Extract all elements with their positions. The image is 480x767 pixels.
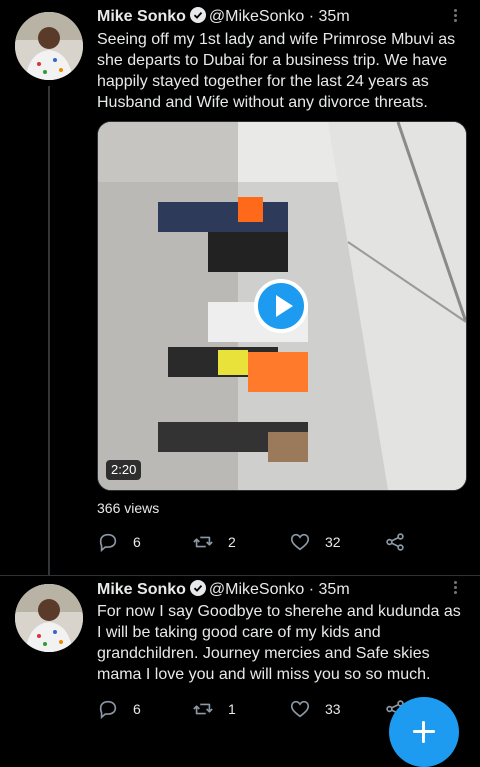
verified-icon [189,7,206,23]
video-duration: 2:20 [106,460,142,480]
avatar-image [15,12,83,80]
author-name[interactable]: Mike Sonko [97,581,186,598]
reply-count: 6 [133,701,141,717]
reply-count: 6 [133,534,141,550]
reply-button[interactable]: 6 [97,697,141,721]
avatar[interactable] [15,12,83,80]
author-name[interactable]: Mike Sonko [97,8,186,25]
retweet-button[interactable]: 1 [192,697,236,721]
reply-button[interactable]: 6 [97,530,141,554]
tweet-text: For now I say Goodbye to sherehe and kud… [97,603,461,683]
like-button[interactable]: 33 [289,697,341,721]
more-icon[interactable] [446,7,464,27]
like-icon [290,533,310,551]
like-count: 32 [325,534,341,550]
reply-icon [99,700,117,720]
share-button[interactable] [384,530,406,554]
share-icon [386,533,404,551]
tweet-header: Mike Sonko @MikeSonko · 35m [97,7,350,27]
verified-icon [189,580,206,596]
thread-line [48,86,50,575]
retweet-button[interactable]: 2 [192,530,236,554]
like-button[interactable]: 32 [289,530,341,554]
more-icon[interactable] [446,579,464,599]
compose-icon[interactable] [389,697,459,767]
view-count: 366 views [97,500,160,516]
avatar[interactable] [15,584,83,652]
author-handle[interactable]: @MikeSonko [209,8,304,25]
separator: · [308,581,315,598]
like-icon [290,700,310,718]
retweet-count: 2 [228,534,236,550]
retweet-count: 1 [228,701,236,717]
play-icon[interactable] [254,279,308,333]
timestamp[interactable]: 35m [319,8,350,25]
retweet-icon [193,703,213,715]
reply-icon [99,533,117,553]
like-count: 33 [325,701,341,717]
avatar-image [15,584,83,652]
author-handle[interactable]: @MikeSonko [209,581,304,598]
separator: · [308,8,315,25]
tweet[interactable]: Mike Sonko @MikeSonko · 35m Seeing off my… [0,0,480,576]
tweet-header: Mike Sonko @MikeSonko · 35m [97,580,350,600]
tweet-text: Seeing off my 1st lady and wife Primrose… [97,31,456,111]
video-player[interactable]: 2:20 [97,121,467,491]
retweet-icon [193,536,213,548]
timestamp[interactable]: 35m [319,581,350,598]
